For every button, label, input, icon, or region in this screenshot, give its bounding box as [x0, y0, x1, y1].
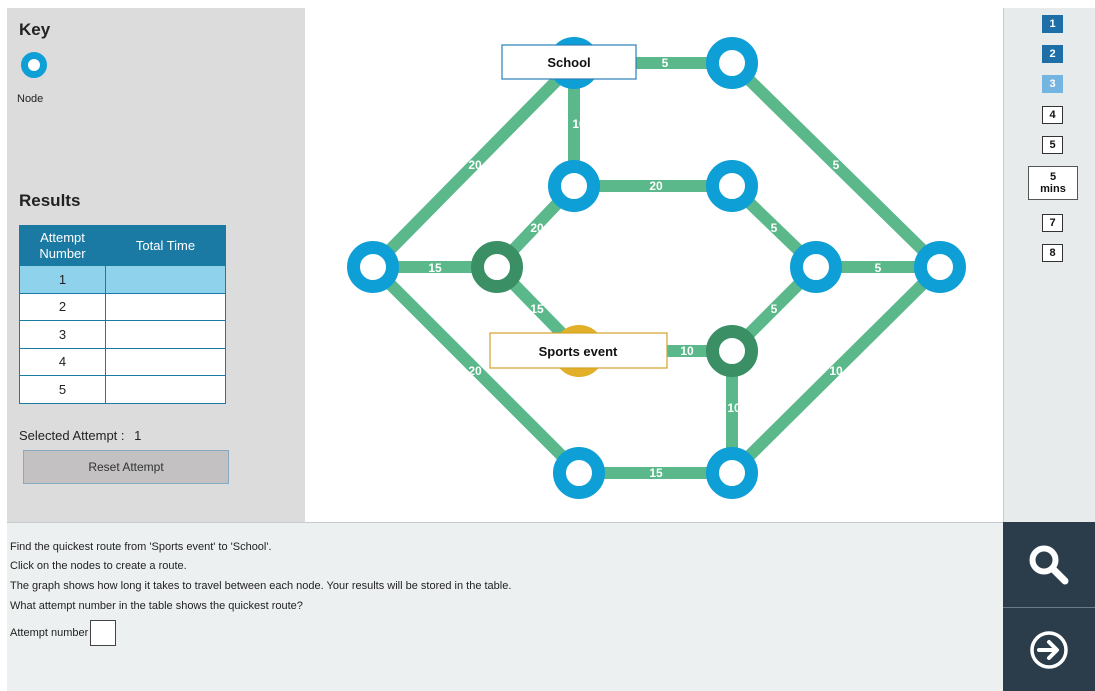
weight-label: 5 — [771, 221, 778, 235]
instruction-line: Click on the nodes to create a route. — [10, 560, 187, 572]
weight-label: 10 — [572, 117, 586, 131]
question-nav-3[interactable]: 3 — [1042, 75, 1063, 93]
question-nav-4[interactable]: 4 — [1042, 106, 1063, 124]
time-cell — [105, 265, 226, 294]
question-nav: 1 2 3 4 5 5 mins 7 8 — [1003, 8, 1095, 522]
weight-label: 15 — [649, 466, 663, 480]
sports-label-text: Sports event — [539, 344, 618, 359]
table-row[interactable]: 2 — [19, 292, 226, 321]
node-bottom-right[interactable] — [706, 447, 758, 499]
attempt-number-row: Attempt number — [10, 620, 117, 646]
reset-attempt-button[interactable]: Reset Attempt — [23, 450, 229, 484]
weight-label: 15 — [530, 302, 544, 316]
next-arrow-icon — [1030, 630, 1068, 669]
time-cell — [105, 375, 226, 404]
instruction-line: The graph shows how long it takes to tra… — [10, 580, 512, 592]
time-cell — [105, 320, 226, 349]
node-visited-right[interactable] — [706, 325, 758, 377]
weight-label: 10 — [727, 401, 741, 415]
search-icon — [1029, 545, 1069, 584]
question-nav-1[interactable]: 1 — [1042, 15, 1063, 33]
table-row[interactable]: 1 — [19, 265, 226, 294]
left-panel: Key Node Results Attempt Number Total Ti… — [7, 8, 305, 522]
node-mid-right[interactable] — [706, 160, 758, 212]
attempt-number-label: Attempt number — [10, 627, 89, 639]
table-row[interactable]: 5 — [19, 375, 226, 404]
weight-label: 5 — [833, 158, 840, 172]
timer-unit: mins — [1040, 183, 1066, 195]
attempt-cell: 1 — [19, 265, 106, 294]
weight-label: 5 — [662, 56, 669, 70]
weight-label: 5 — [875, 261, 882, 275]
key-node-label: Node — [17, 93, 44, 105]
col-header-time: Total Time — [105, 225, 226, 266]
weight-label: 20 — [468, 364, 482, 378]
selected-attempt: Selected Attempt : 1 — [19, 428, 141, 443]
route-graph: 5 10 20 5 20 20 5 15 15 5 5 10 20 10 10 … — [305, 8, 1003, 522]
school-label-text: School — [547, 55, 590, 70]
weight-label: 20 — [649, 179, 663, 193]
timer-value: 5 — [1049, 171, 1057, 183]
question-nav-5[interactable]: 5 — [1042, 136, 1063, 154]
search-button[interactable] — [1003, 522, 1095, 607]
school-label: School — [501, 44, 637, 80]
weight-label: 20 — [530, 221, 544, 235]
node-mid-left[interactable] — [548, 160, 600, 212]
attempt-cell: 4 — [19, 347, 106, 376]
node-bottom-left[interactable] — [553, 447, 605, 499]
question-nav-8[interactable]: 8 — [1042, 244, 1063, 262]
selected-attempt-value: 1 — [134, 428, 142, 443]
node-far-left[interactable] — [347, 241, 399, 293]
attempt-cell: 3 — [19, 320, 106, 349]
next-button[interactable] — [1003, 608, 1095, 691]
attempt-number-input[interactable] — [90, 620, 117, 646]
results-title: Results — [19, 191, 81, 210]
question-nav-2[interactable]: 2 — [1042, 45, 1063, 63]
instructions-panel: Find the quickest route from 'Sports eve… — [7, 522, 1003, 691]
weight-label: 10 — [829, 364, 843, 378]
timer-badge: 5 mins — [1028, 166, 1078, 200]
node-top-right[interactable] — [706, 37, 758, 89]
instruction-line: What attempt number in the table shows t… — [10, 600, 303, 612]
key-node-icon — [21, 52, 47, 78]
weight-label: 5 — [771, 302, 778, 316]
table-row[interactable]: 4 — [19, 347, 226, 376]
table-row[interactable]: 3 — [19, 320, 226, 349]
question-nav-7[interactable]: 7 — [1042, 214, 1063, 232]
weight-label: 20 — [468, 158, 482, 172]
edges — [368, 57, 945, 479]
time-cell — [105, 292, 226, 321]
instruction-line: Find the quickest route from 'Sports eve… — [10, 541, 272, 553]
time-cell — [105, 347, 226, 376]
col-header-attempt: Attempt Number — [19, 225, 106, 266]
sports-label: Sports event — [489, 332, 668, 369]
results-table: Attempt Number Total Time 1 2 3 4 5 — [19, 225, 226, 404]
node-far-right[interactable] — [914, 241, 966, 293]
weight-label: 15 — [428, 261, 442, 275]
key-title: Key — [19, 20, 51, 39]
app-frame: Key Node Results Attempt Number Total Ti… — [0, 0, 1095, 691]
node-visited-left[interactable] — [471, 241, 523, 293]
weight-label: 10 — [680, 344, 694, 358]
node-inner-right[interactable] — [790, 241, 842, 293]
selected-attempt-label: Selected Attempt : — [19, 428, 125, 443]
attempt-cell: 2 — [19, 292, 106, 321]
attempt-cell: 5 — [19, 375, 106, 404]
graph-svg: 5 10 20 5 20 20 5 15 15 5 5 10 20 10 10 … — [347, 37, 966, 499]
